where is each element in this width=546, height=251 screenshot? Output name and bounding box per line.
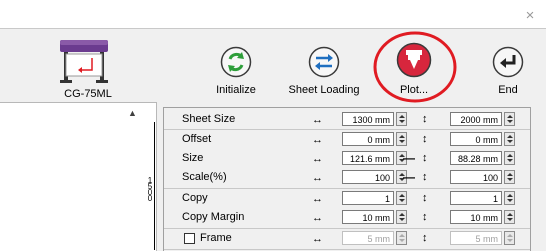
refresh-icon bbox=[220, 46, 252, 78]
horizontal-arrow-icon: ↔ bbox=[312, 193, 323, 205]
vertical-arrow-icon: ↕ bbox=[422, 192, 428, 204]
end-button[interactable]: End bbox=[480, 46, 536, 96]
close-icon[interactable]: × bbox=[520, 6, 540, 26]
plot-button[interactable]: Plot... bbox=[384, 42, 444, 96]
scale-x-field[interactable]: 100 bbox=[342, 170, 394, 184]
row-scale: Scale(%) ↔ 100 — ↕ 100 bbox=[164, 169, 530, 187]
vertical-arrow-icon: ↕ bbox=[422, 133, 428, 145]
row-offset: Offset ↔ 0 mm ↕ 0 mm bbox=[164, 131, 530, 149]
link-icon[interactable]: — bbox=[403, 151, 415, 165]
spin-icon[interactable] bbox=[504, 170, 515, 184]
row-label: Copy Margin bbox=[182, 211, 245, 223]
spin-icon[interactable] bbox=[504, 112, 515, 126]
spin-icon[interactable] bbox=[504, 210, 515, 224]
scroll-up-icon[interactable]: ▲ bbox=[128, 108, 137, 118]
spin-icon[interactable] bbox=[396, 112, 407, 126]
spin-icon[interactable] bbox=[396, 132, 407, 146]
sheet-loading-label: Sheet Loading bbox=[288, 84, 360, 96]
ruler-line bbox=[154, 122, 155, 250]
settings-panel: Sheet Size ↔ 1300 mm ↕ 2000 mm Offset ↔ … bbox=[163, 107, 531, 251]
horizontal-arrow-icon: ↔ bbox=[312, 134, 323, 146]
frame-x-field: 5 mm bbox=[342, 231, 394, 245]
divider bbox=[164, 188, 530, 189]
vertical-arrow-icon: ↕ bbox=[422, 113, 428, 125]
vertical-arrow-icon: ↕ bbox=[422, 232, 428, 244]
row-label: Size bbox=[182, 152, 204, 164]
horizontal-arrow-icon: ↔ bbox=[312, 114, 323, 126]
divider bbox=[164, 129, 530, 130]
offset-y-field[interactable]: 0 mm bbox=[450, 132, 502, 146]
copy-margin-x-field[interactable]: 10 mm bbox=[342, 210, 394, 224]
row-label: Offset bbox=[182, 133, 212, 145]
vertical-arrow-icon: ↕ bbox=[422, 152, 428, 164]
sheet-loading-button[interactable]: Sheet Loading bbox=[286, 46, 362, 96]
spin-icon[interactable] bbox=[504, 191, 515, 205]
horizontal-arrow-icon: ↔ bbox=[312, 153, 323, 165]
plotter-icon bbox=[60, 40, 108, 83]
device-name: CG-75ML bbox=[64, 88, 112, 100]
ruler-label: 1 5 0 0 bbox=[147, 176, 153, 203]
row-sheet-size: Sheet Size ↔ 1300 mm ↕ 2000 mm bbox=[164, 111, 530, 129]
row-label: Sheet Size bbox=[182, 113, 236, 125]
return-icon bbox=[492, 46, 524, 78]
spin-icon bbox=[396, 231, 407, 245]
copy-x-field[interactable]: 1 bbox=[342, 191, 394, 205]
copy-y-field[interactable]: 1 bbox=[450, 191, 502, 205]
row-label: Frame bbox=[200, 232, 232, 244]
copy-margin-y-field[interactable]: 10 mm bbox=[450, 210, 502, 224]
row-frame: Frame ↔ 5 mm ↕ 5 mm bbox=[164, 230, 530, 248]
frame-checkbox[interactable] bbox=[184, 233, 195, 244]
size-x-field[interactable]: 121.6 mm bbox=[342, 151, 394, 165]
swap-arrows-icon bbox=[308, 46, 340, 78]
size-y-field[interactable]: 88.28 mm bbox=[450, 151, 502, 165]
initialize-label: Initialize bbox=[216, 84, 256, 96]
row-size: Size ↔ 121.6 mm — ↕ 88.28 mm bbox=[164, 150, 530, 168]
spin-icon[interactable] bbox=[504, 132, 515, 146]
row-label: Copy bbox=[182, 192, 208, 204]
horizontal-arrow-icon: ↔ bbox=[312, 172, 323, 184]
plot-label: Plot... bbox=[399, 84, 429, 96]
initialize-button[interactable]: Initialize bbox=[206, 46, 266, 96]
vertical-arrow-icon: ↕ bbox=[422, 171, 428, 183]
row-label: Scale(%) bbox=[182, 171, 227, 183]
row-copy-margin: Copy Margin ↔ 10 mm ↕ 10 mm bbox=[164, 209, 530, 227]
spin-icon[interactable] bbox=[396, 210, 407, 224]
row-copy: Copy ↔ 1 ↕ 1 bbox=[164, 190, 530, 208]
frame-y-field: 5 mm bbox=[450, 231, 502, 245]
end-label: End bbox=[498, 84, 518, 96]
scale-y-field[interactable]: 100 bbox=[450, 170, 502, 184]
spin-icon[interactable] bbox=[396, 191, 407, 205]
preview-area[interactable] bbox=[0, 102, 157, 251]
divider bbox=[164, 228, 530, 229]
device-area: CG-75ML bbox=[52, 36, 124, 100]
cutter-pen-icon bbox=[396, 42, 432, 78]
spin-icon bbox=[504, 231, 515, 245]
horizontal-arrow-icon: ↔ bbox=[312, 233, 323, 245]
offset-x-field[interactable]: 0 mm bbox=[342, 132, 394, 146]
sheet-size-x-field[interactable]: 1300 mm bbox=[342, 112, 394, 126]
spin-icon[interactable] bbox=[504, 151, 515, 165]
link-icon[interactable]: — bbox=[403, 170, 415, 184]
horizontal-arrow-icon: ↔ bbox=[312, 212, 323, 224]
sheet-size-y-field[interactable]: 2000 mm bbox=[450, 112, 502, 126]
vertical-arrow-icon: ↕ bbox=[422, 211, 428, 223]
